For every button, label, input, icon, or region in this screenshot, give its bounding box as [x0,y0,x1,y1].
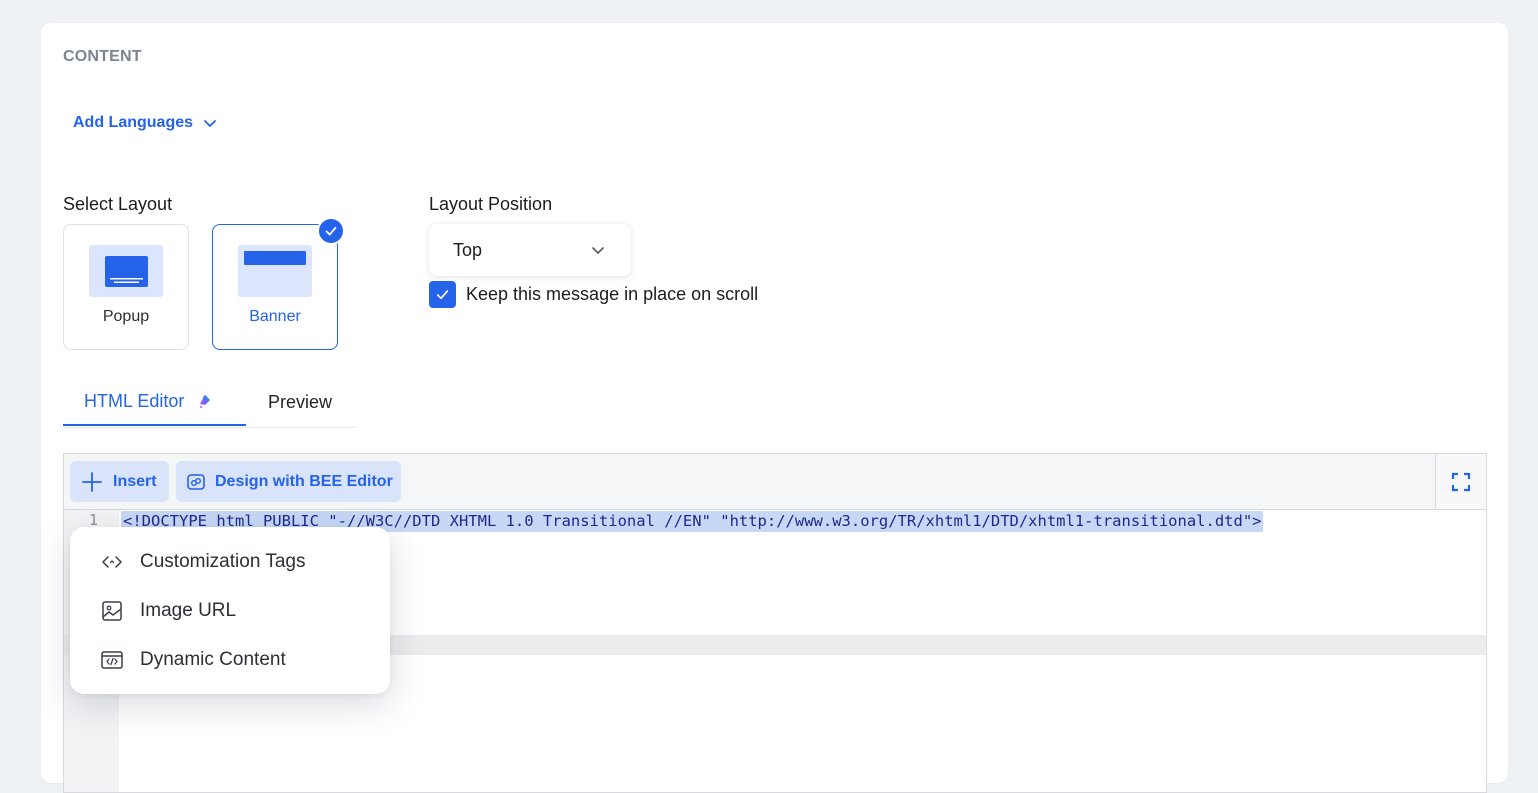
layout-option-popup[interactable]: Popup [63,224,189,350]
layout-option-banner[interactable]: Banner [212,217,345,350]
bee-editor-icon [187,473,205,490]
menu-item-image-url[interactable]: Image URL [100,596,236,626]
fullscreen-icon [1451,472,1471,491]
bee-editor-label: Design with BEE Editor [215,472,393,490]
design-bee-editor-button[interactable]: Design with BEE Editor [176,461,401,502]
menu-item-label: Customization Tags [140,551,306,572]
magic-wand-icon [200,395,211,409]
image-icon [102,601,122,621]
code-window-icon [101,651,123,669]
add-languages-button[interactable]: Add Languages [73,114,217,132]
fullscreen-button[interactable] [1435,454,1486,509]
section-title: CONTENT [63,48,142,65]
editor-toolbar: Insert Design with BEE Editor [64,454,1486,510]
layout-option-label: Banner [249,308,301,325]
menu-item-customization-tags[interactable]: Customization Tags [100,547,305,577]
layout-option-label: Popup [102,308,150,325]
banner-thumbnail [238,245,312,297]
plus-icon [82,471,102,492]
insert-label: Insert [113,472,157,490]
banner-layout-icon [244,251,306,265]
check-icon [436,290,449,300]
selected-check-icon [317,217,345,245]
add-languages-label: Add Languages [73,114,194,131]
layout-position-select[interactable]: Top [429,224,631,276]
tab-label: Preview [268,391,333,412]
code-tag-icon [102,556,122,568]
tab-label: HTML Editor [84,390,185,411]
menu-item-dynamic-content[interactable]: Dynamic Content [100,645,286,675]
insert-button[interactable]: Insert [70,461,169,502]
keep-in-place-row: Keep this message in place on scroll [429,281,758,308]
insert-dropdown-menu: Customization Tags Image URL Dynamic Con… [70,527,390,694]
chevron-down-icon [592,247,604,254]
chevron-down-icon [204,120,216,127]
popup-layout-icon [105,256,148,287]
popup-thumbnail [89,245,163,297]
editor-tabs: HTML Editor Preview [63,378,356,428]
layout-position-value: Top [453,239,483,260]
layout-position-label: Layout Position [429,194,553,214]
select-layout-label: Select Layout [63,194,173,214]
tab-preview[interactable]: Preview [268,378,332,426]
tab-html-editor[interactable]: HTML Editor [63,378,246,426]
menu-item-label: Image URL [140,600,237,621]
keep-in-place-checkbox[interactable] [429,281,456,308]
keep-in-place-label: Keep this message in place on scroll [466,284,759,304]
menu-item-label: Dynamic Content [140,649,286,670]
